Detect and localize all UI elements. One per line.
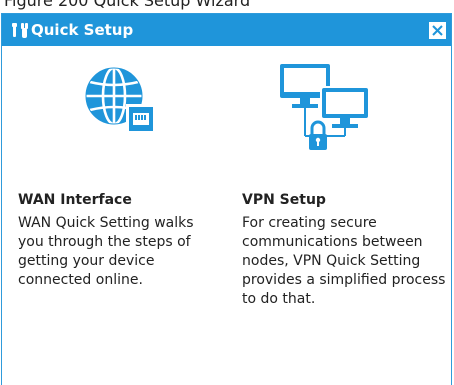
vpn-card-title: VPN Setup [242,192,326,208]
figure-caption-fragment: Figure 200 Quick Setup Wizard [0,0,454,13]
dialog-title: Quick Setup [31,21,134,39]
caption-text: Figure 200 Quick Setup Wizard [4,0,251,10]
globe-network-icon [85,66,156,134]
vpn-computers-lock-icon [280,64,370,150]
quick-setup-dialog: Quick Setup WAN Interface WAN Quick Sett… [1,13,452,385]
wan-card-description: WAN Quick Setting walks you through the … [18,215,194,288]
vpn-card-description: For creating secure communications betwe… [242,215,446,307]
tools-icon [12,23,28,38]
wan-card-title: WAN Interface [18,192,132,208]
close-icon[interactable] [429,22,446,39]
dialog-titlebar: Quick Setup [2,14,451,46]
